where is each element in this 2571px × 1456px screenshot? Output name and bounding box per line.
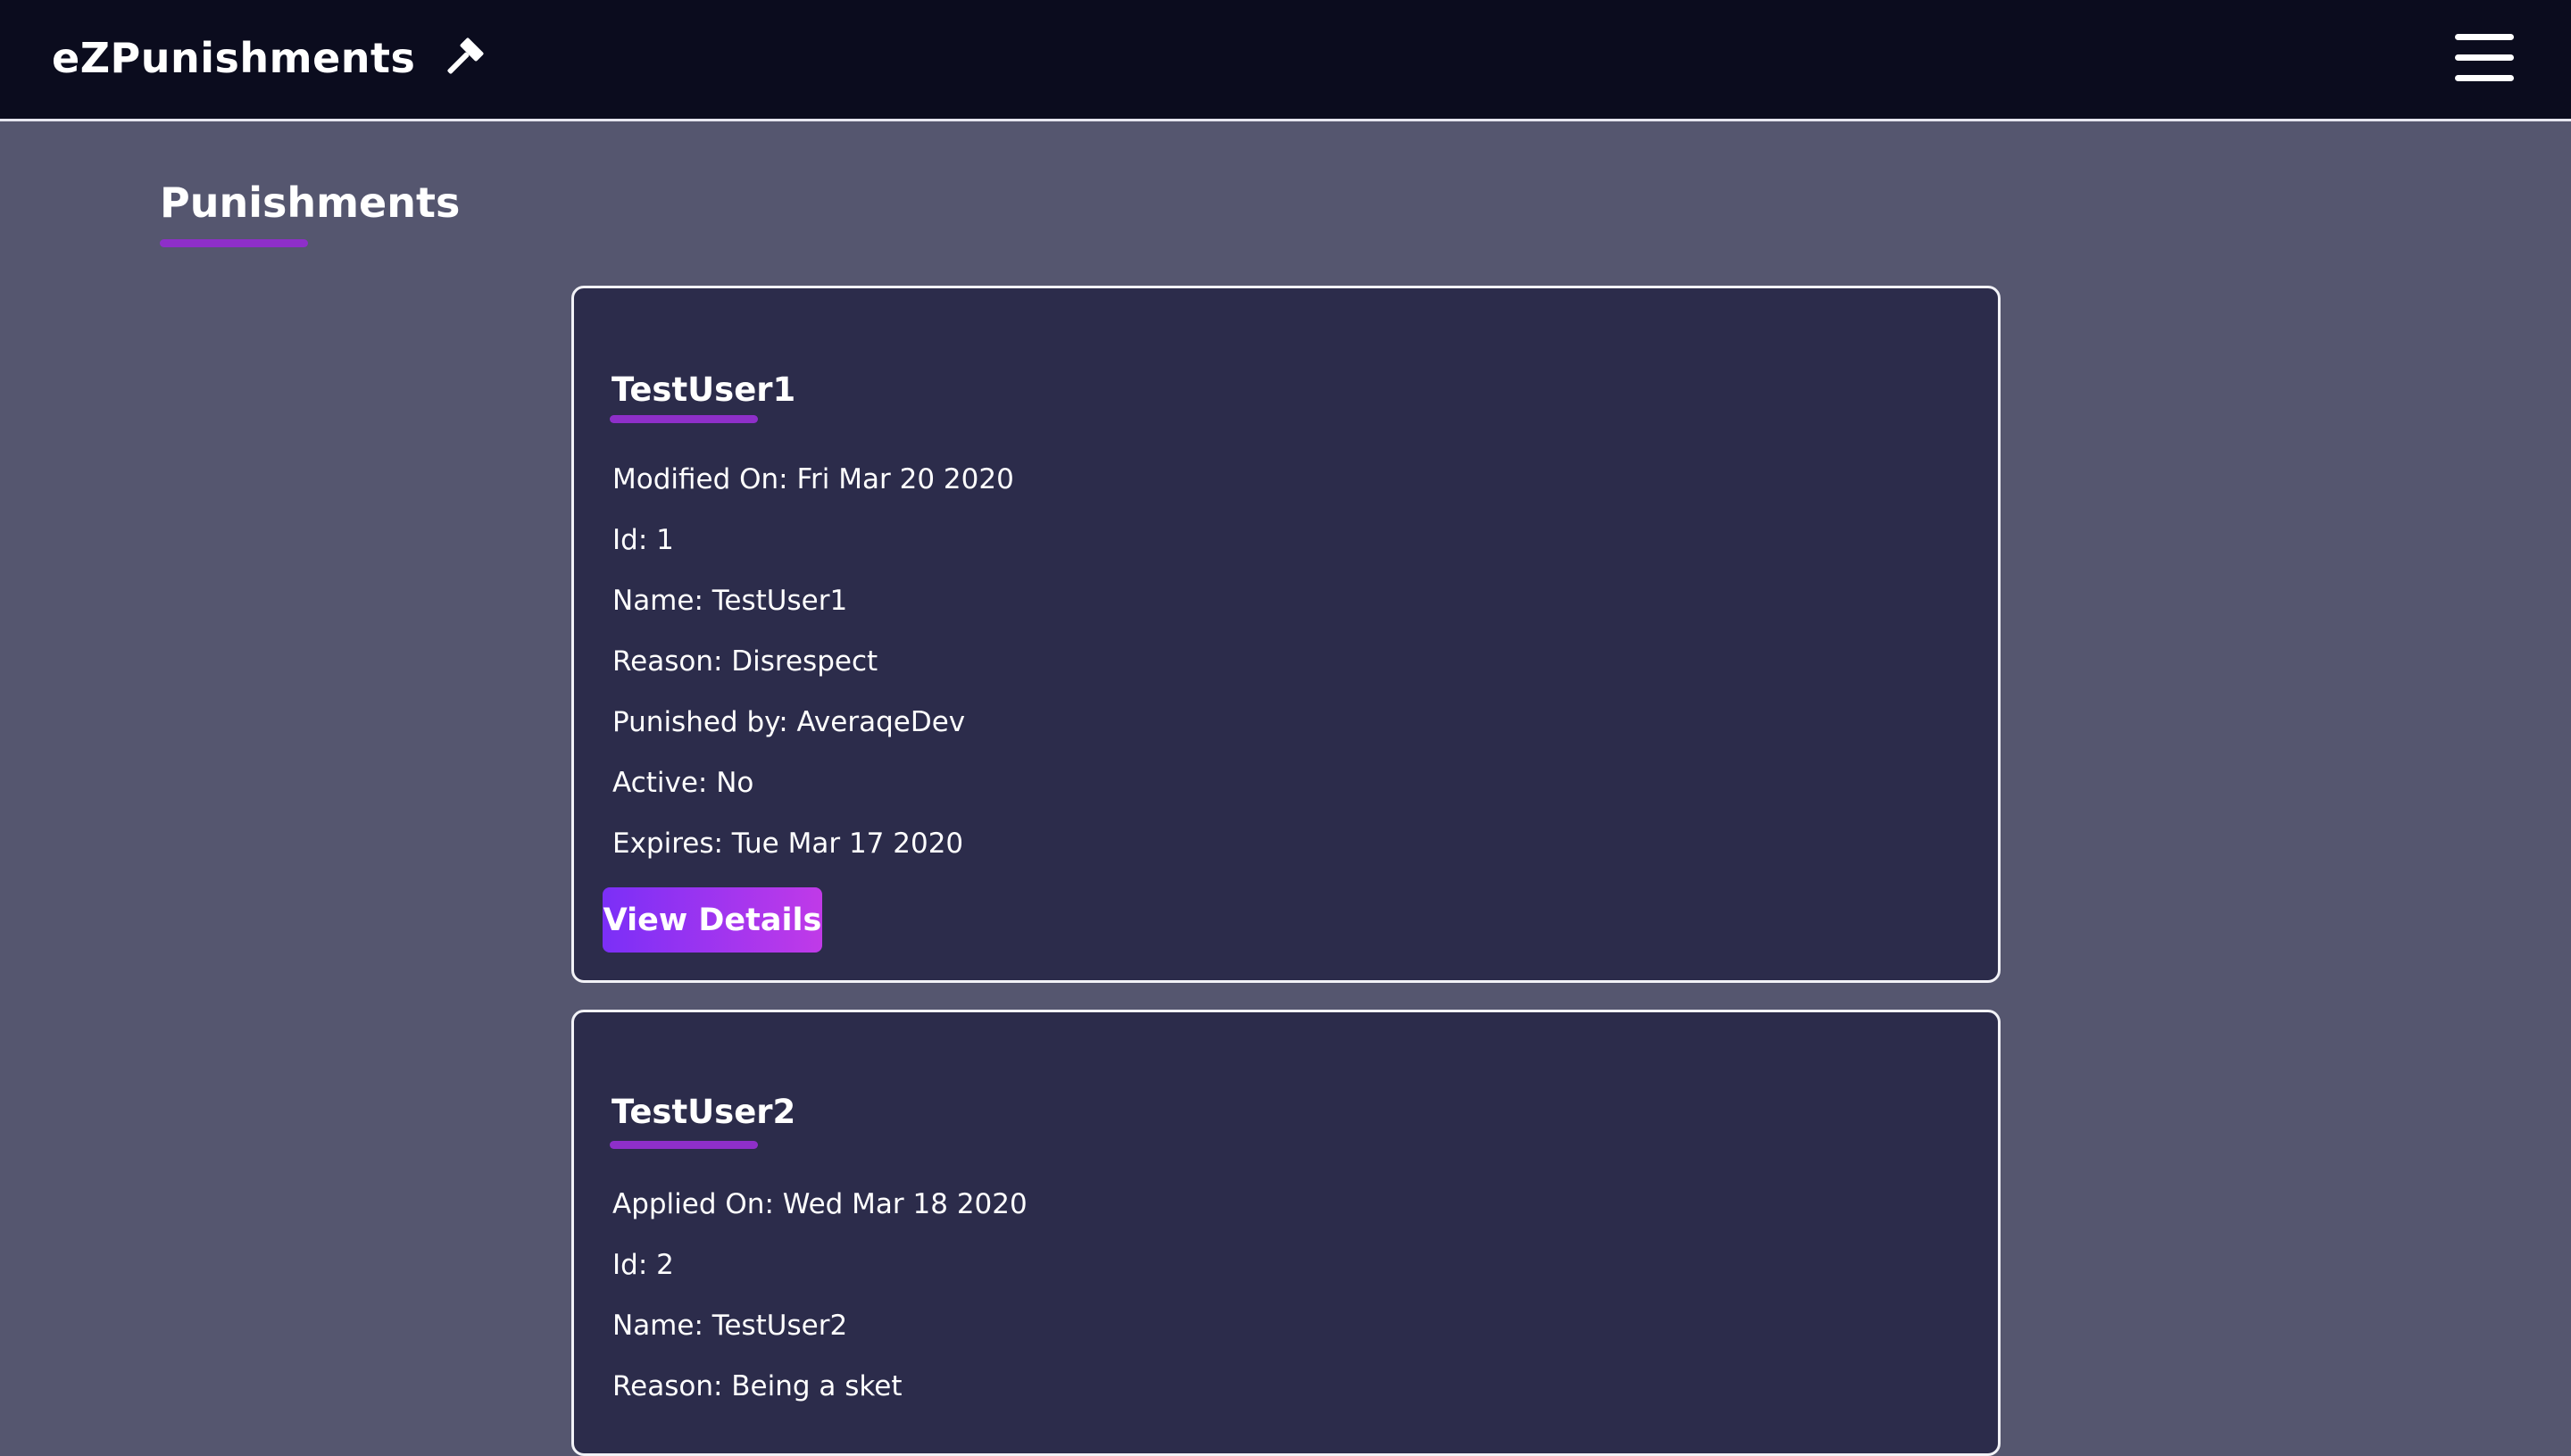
punishment-card: TestUser1 Modified On: Fri Mar 20 2020 I… (571, 286, 2001, 983)
hamburger-menu-icon[interactable] (2455, 32, 2514, 84)
reason-field: Reason: Disrespect (612, 645, 878, 678)
name-field: Name: TestUser1 (612, 585, 848, 617)
view-details-button[interactable]: View Details (603, 887, 822, 953)
page-title: Punishments (160, 179, 461, 227)
expires-field: Expires: Tue Mar 17 2020 (612, 828, 964, 860)
applied-on-field: Applied On: Wed Mar 18 2020 (612, 1188, 1028, 1220)
reason-field: Reason: Being a sket (612, 1370, 903, 1402)
page-header: Punishments (160, 179, 461, 247)
card-title-underline (610, 415, 758, 423)
card-title: TestUser1 (612, 370, 796, 409)
active-field: Active: No (612, 767, 754, 799)
title-underline (160, 239, 308, 247)
card-title: TestUser2 (612, 1093, 796, 1131)
punished-by-field: Punished by: AveraqeDev (612, 706, 966, 738)
id-field: Id: 1 (612, 524, 674, 556)
brand-link[interactable]: eZPunishments (52, 34, 487, 82)
name-field: Name: TestUser2 (612, 1310, 848, 1342)
navbar: eZPunishments (0, 0, 2571, 121)
card-title-underline (610, 1141, 758, 1149)
punishment-card: TestUser2 Applied On: Wed Mar 18 2020 Id… (571, 1010, 2001, 1456)
brand-title: eZPunishments (52, 34, 416, 82)
modified-on-field: Modified On: Fri Mar 20 2020 (612, 463, 1014, 495)
gavel-icon (440, 35, 487, 81)
id-field: Id: 2 (612, 1249, 674, 1281)
